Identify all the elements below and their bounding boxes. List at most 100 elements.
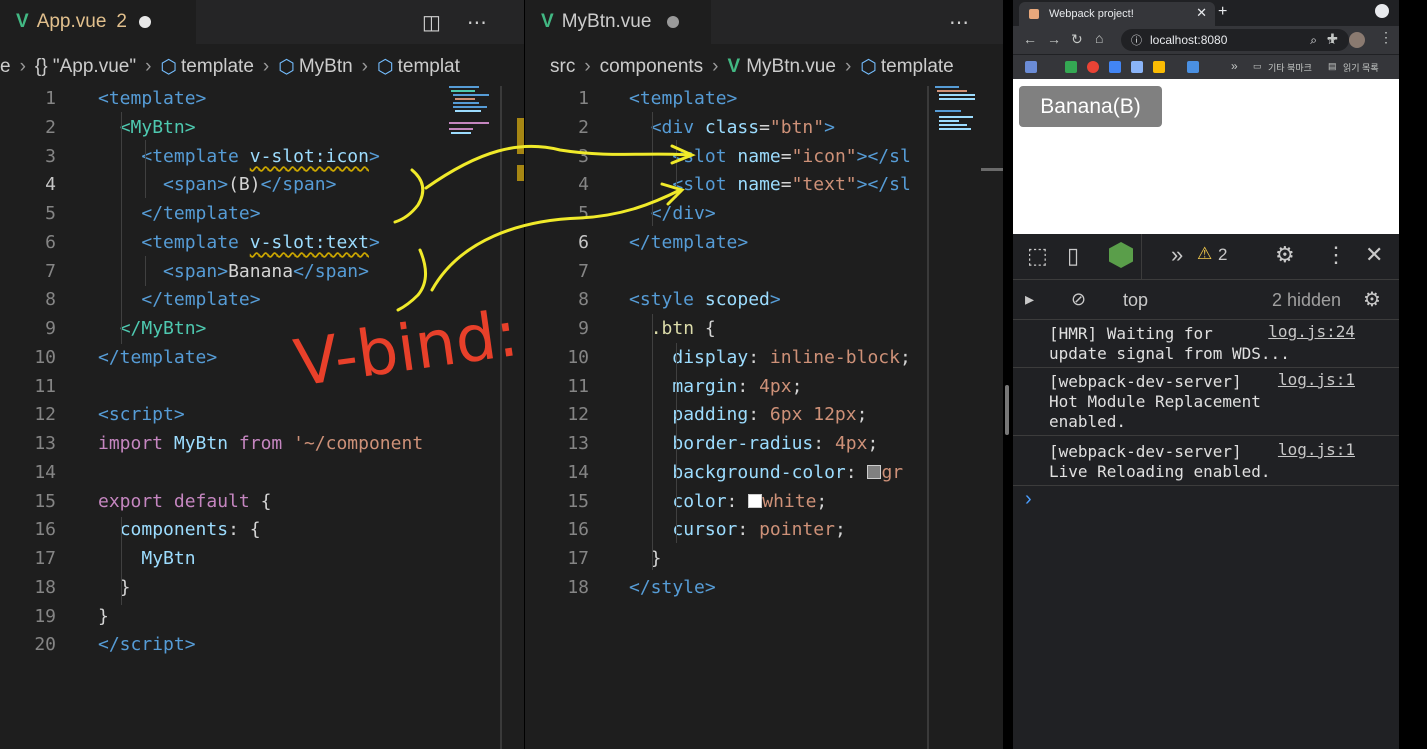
avatar[interactable] (1349, 32, 1365, 48)
more-tabs-icon[interactable]: » (1171, 242, 1183, 268)
code-line[interactable]: <style scoped> (629, 285, 781, 314)
code-line[interactable]: } (98, 573, 131, 602)
reload-icon[interactable]: ↻ (1071, 31, 1083, 48)
code-line[interactable]: <template> (98, 84, 206, 113)
code-line[interactable]: </template> (98, 343, 217, 372)
breadcrumb-item[interactable]: template (881, 56, 954, 78)
code-line[interactable]: <template> (629, 84, 737, 113)
breadcrumb-item[interactable]: {} "App.vue" (35, 56, 136, 78)
breadcrumb-item[interactable]: templat (398, 56, 460, 78)
tab-app-vue[interactable]: V App.vue 2 (0, 0, 196, 44)
code-line[interactable]: </MyBtn> (98, 314, 207, 343)
code-line[interactable]: <div class="btn"> (629, 113, 835, 142)
breadcrumb-item[interactable]: src (550, 56, 575, 78)
code-line[interactable]: } (98, 602, 109, 631)
close-devtools-icon[interactable]: ✕ (1365, 242, 1383, 268)
inspect-element-icon[interactable]: ⬚ (1027, 243, 1048, 269)
code-line[interactable]: <template v-slot:icon> (98, 142, 379, 171)
clear-console-icon[interactable]: ⊘ (1071, 289, 1086, 310)
minimap[interactable] (447, 86, 507, 166)
code-line[interactable]: <template v-slot:text> (98, 228, 379, 257)
code-line[interactable]: </template> (98, 285, 260, 314)
bookmark-icon[interactable] (1065, 61, 1077, 73)
more-actions-icon[interactable]: ⋯ (949, 10, 969, 35)
code-line[interactable]: cursor: pointer; (629, 515, 845, 544)
line-number: 8 (45, 289, 56, 311)
breadcrumb-item[interactable]: components (600, 56, 704, 78)
minimap[interactable] (933, 86, 993, 166)
code-line[interactable]: MyBtn (98, 544, 195, 573)
code-line[interactable]: </style> (629, 573, 716, 602)
profile-menu-icon[interactable] (1375, 4, 1389, 18)
code-line[interactable]: border-radius: 4px; (629, 429, 878, 458)
code-line[interactable]: background-color: gr (629, 458, 903, 487)
zoom-icon[interactable]: ⌕ (1310, 33, 1317, 48)
tab-mybtn-vue[interactable]: V MyBtn.vue (525, 0, 711, 44)
bookmark-icon[interactable] (1187, 61, 1199, 73)
console-prompt[interactable]: › (1025, 488, 1032, 511)
code-line[interactable]: } (629, 544, 662, 573)
devtools-menu-icon[interactable]: ⋮ (1325, 242, 1347, 268)
unsaved-dot-icon[interactable] (667, 16, 680, 28)
message-source-link[interactable]: log.js:24 (1268, 322, 1355, 342)
message-source-link[interactable]: log.js:1 (1278, 440, 1355, 460)
breadcrumb: src › components › V MyBtn.vue › ⬡ template (525, 44, 1003, 90)
bookmark-icon[interactable] (1109, 61, 1121, 73)
breadcrumb-item[interactable]: MyBtn (299, 56, 353, 78)
code-line[interactable]: color: white; (629, 487, 827, 516)
mid-tab-bar: V MyBtn.vue ⋯ (525, 0, 1003, 44)
more-bookmarks-icon[interactable]: » (1231, 59, 1238, 73)
browser-tab[interactable]: Webpack project! ✕ (1019, 2, 1215, 26)
split-editor-icon[interactable]: ◫ (422, 10, 441, 35)
code-line[interactable]: display: inline-block; (629, 343, 910, 372)
code-line[interactable]: .btn { (629, 314, 716, 343)
bookmark-folder-other[interactable]: 기타 북마크 (1268, 61, 1312, 74)
code-line[interactable]: <span>Banana</span> (98, 257, 369, 286)
code-line[interactable]: <slot name="icon"></sl (629, 142, 910, 171)
banana-button[interactable]: Banana(B) (1019, 86, 1162, 127)
breadcrumb-item[interactable]: template (181, 56, 254, 78)
breadcrumb-item[interactable]: e (0, 56, 11, 78)
code-line[interactable]: <script> (98, 400, 185, 429)
context-selector[interactable]: top (1123, 290, 1148, 311)
bookmark-icon[interactable] (1153, 61, 1165, 73)
device-toggle-icon[interactable]: ▯ (1067, 243, 1079, 269)
code-line[interactable]: <slot name="text"></sl (629, 170, 910, 199)
back-icon[interactable]: ← (1023, 31, 1037, 47)
home-icon[interactable]: ⌂ (1095, 30, 1103, 46)
line-number: 13 (567, 433, 589, 454)
code-line[interactable]: </script> (98, 630, 196, 659)
code-line[interactable]: </div> (629, 199, 716, 228)
code-line[interactable]: import MyBtn from '~/component (98, 429, 423, 458)
code-line[interactable]: margin: 4px; (629, 372, 802, 401)
warning-count[interactable]: 2 (1218, 245, 1227, 265)
vue-devtools-icon[interactable] (1109, 242, 1133, 268)
bookmark-icon[interactable] (1025, 61, 1037, 73)
close-tab-icon[interactable]: ✕ (1196, 5, 1207, 21)
code-line[interactable]: <MyBtn> (98, 113, 196, 142)
extensions-icon[interactable]: ✚ (1327, 31, 1338, 47)
bookmark-icon[interactable] (1087, 61, 1099, 73)
code-line[interactable]: export default { (98, 487, 271, 516)
reading-list[interactable]: 읽기 목록 (1343, 61, 1379, 74)
address-bar[interactable]: ⓘ localhost:8080 ⌕ ☆ (1121, 29, 1349, 51)
sidebar-toggle-icon[interactable]: ▸ (1025, 289, 1034, 310)
forward-icon[interactable]: → (1047, 31, 1061, 47)
console-settings-gear-icon[interactable]: ⚙ (1363, 287, 1381, 312)
code-line[interactable]: <span>(B)</span> (98, 170, 336, 199)
bookmark-icon[interactable] (1131, 61, 1143, 73)
code-line[interactable]: </template> (98, 199, 260, 228)
breadcrumb-item[interactable]: MyBtn.vue (746, 56, 836, 78)
settings-gear-icon[interactable]: ⚙ (1275, 242, 1295, 268)
webpack-favicon-icon (1029, 9, 1039, 19)
code-line[interactable]: </template> (629, 228, 748, 257)
browser-menu-icon[interactable]: ⋮ (1379, 29, 1393, 46)
unsaved-dot-icon[interactable] (139, 16, 151, 28)
code-line[interactable]: components: { (98, 515, 261, 544)
new-tab-icon[interactable]: + (1218, 3, 1227, 21)
pane-splitter[interactable] (1005, 385, 1009, 435)
hidden-count[interactable]: 2 hidden (1272, 290, 1341, 311)
message-source-link[interactable]: log.js:1 (1278, 370, 1355, 390)
code-line[interactable]: padding: 6px 12px; (629, 400, 867, 429)
more-actions-icon[interactable]: ⋯ (467, 10, 487, 35)
